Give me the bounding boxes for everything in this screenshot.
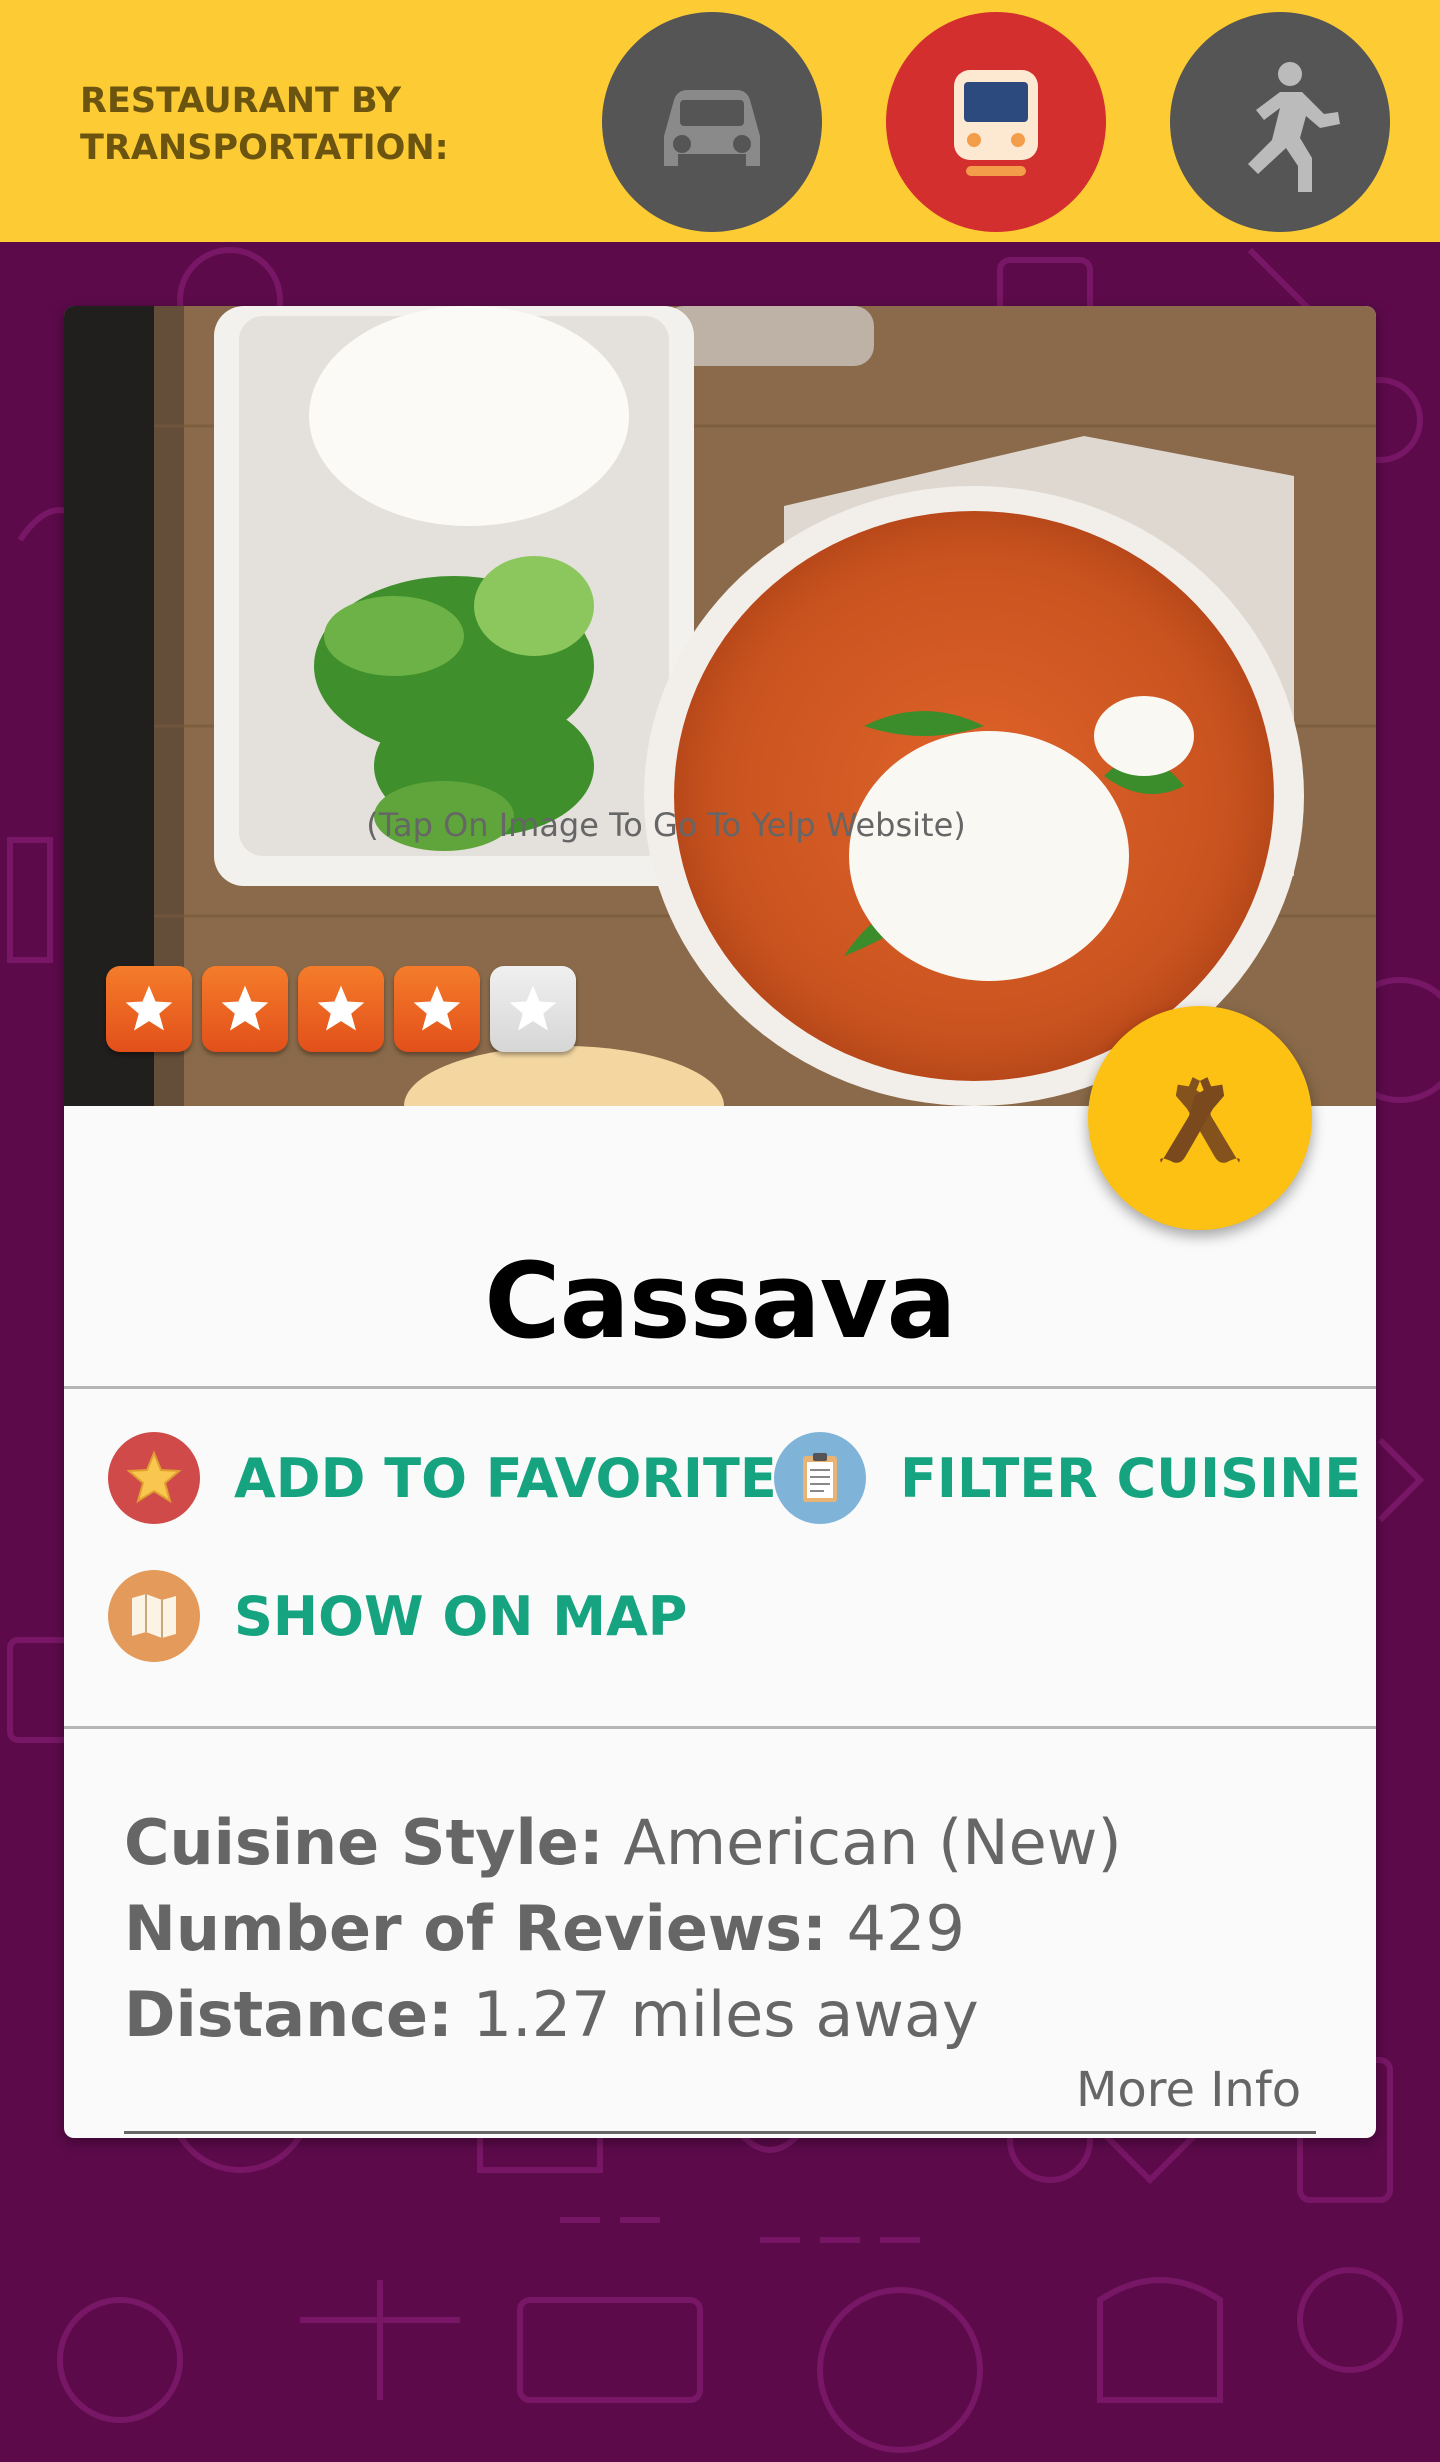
more-info-underline [124,2131,1316,2134]
cuisine-label: Cuisine Style: [124,1806,604,1879]
car-mode-button[interactable] [602,12,822,232]
reviews-row: Number of Reviews: 429 [124,1886,1122,1972]
transport-label: RESTAURANT BY TRANSPORTATION: [80,81,449,168]
star-empty-icon [490,966,576,1052]
reviews-label: Number of Reviews: [124,1892,827,1965]
walk-mode-button[interactable] [1170,12,1390,232]
restaurant-details: Cuisine Style: American (New) Number of … [124,1800,1122,2058]
reviews-value: 429 [846,1892,965,1965]
star-icon [108,1432,200,1524]
cuisine-value: American (New) [623,1806,1122,1879]
cuisine-row: Cuisine Style: American (New) [124,1800,1122,1886]
name-divider [64,1386,1376,1389]
photo-hint: (Tap On Image To Go To Yelp Website) [366,806,966,844]
actions-divider [64,1726,1376,1729]
transport-bar: RESTAURANT BY TRANSPORTATION: [0,0,1440,242]
distance-value: 1.27 miles away [472,1978,979,2051]
star-filled-icon [394,966,480,1052]
restaurant-name: Cassava [484,1240,956,1362]
train-icon [954,70,1038,176]
show-on-map-label: SHOW ON MAP [234,1584,688,1648]
more-info-link[interactable]: More Info [1076,2062,1301,2118]
distance-row: Distance: 1.27 miles away [124,1972,1122,2058]
star-filled-icon [106,966,192,1052]
clipboard-icon [774,1432,866,1524]
add-to-favorites-label: ADD TO FAVORITES [234,1446,816,1510]
star-filled-icon [202,966,288,1052]
filter-cuisine-button[interactable]: FILTER CUISINE [774,1432,1361,1524]
filter-cuisine-label: FILTER CUISINE [900,1446,1362,1510]
transit-mode-button[interactable] [886,12,1106,232]
car-icon [664,90,760,166]
add-to-favorites-button[interactable]: ADD TO FAVORITES [108,1432,816,1524]
map-icon [108,1570,200,1662]
walk-icon [1248,62,1340,192]
bar-fab-button[interactable] [1088,1006,1312,1230]
show-on-map-button[interactable]: SHOW ON MAP [108,1570,687,1662]
star-filled-icon [298,966,384,1052]
rating-stars [106,966,576,1052]
distance-label: Distance: [124,1978,453,2051]
bottles-icon [1160,1077,1240,1163]
